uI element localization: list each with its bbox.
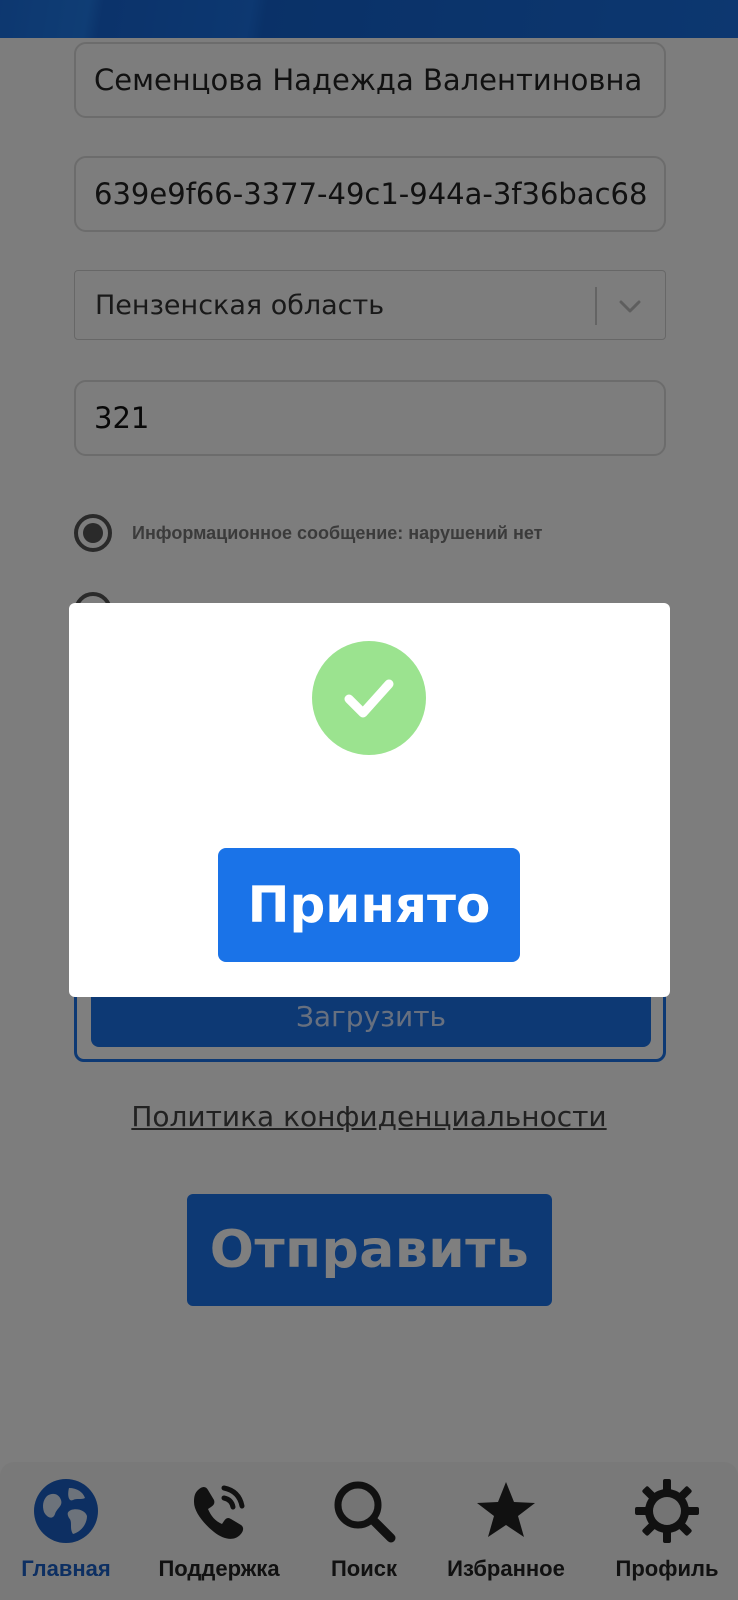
success-dialog: Принято	[69, 603, 670, 997]
check-circle-icon	[312, 641, 426, 755]
accept-button[interactable]: Принято	[218, 848, 520, 962]
screen: Семенцова Надежда Валентиновна 639e9f66-…	[0, 0, 738, 1600]
checkmark-icon	[344, 679, 394, 718]
